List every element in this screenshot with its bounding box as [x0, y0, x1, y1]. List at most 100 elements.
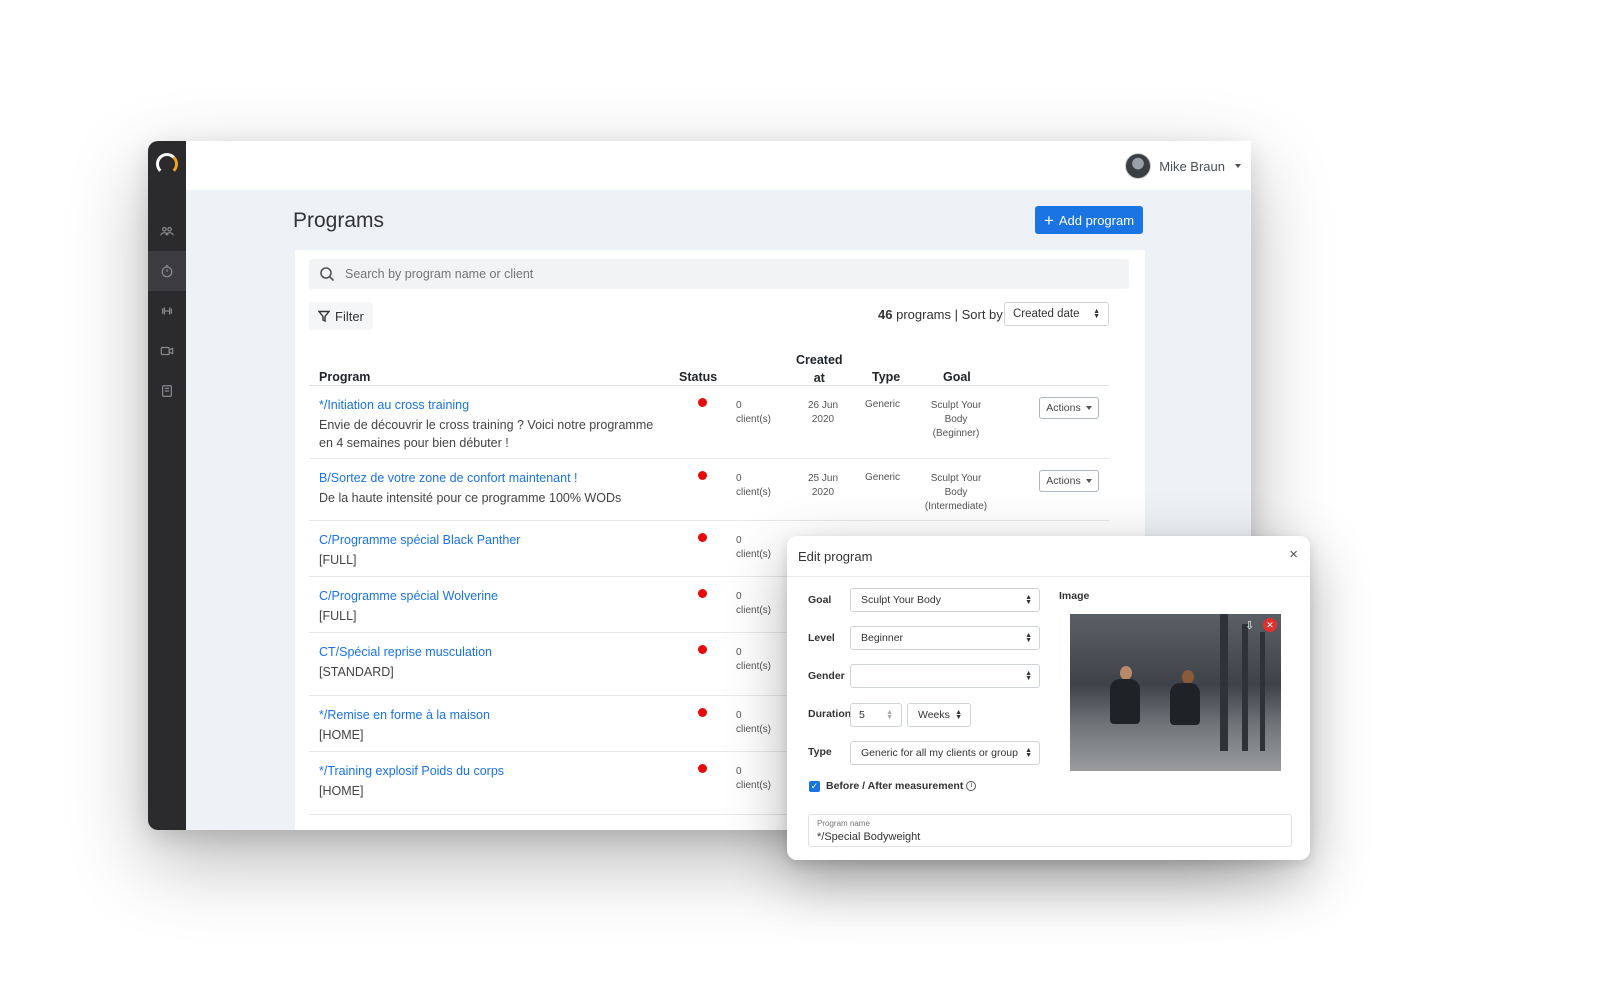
- status-dot: [698, 708, 707, 717]
- program-name-field[interactable]: Program name */Special Bodyweight: [808, 814, 1292, 847]
- status-dot: [698, 471, 707, 480]
- add-program-label: Add program: [1058, 212, 1135, 228]
- client-count: 0 client(s): [736, 472, 771, 500]
- gender-select[interactable]: ▲ ▼: [850, 664, 1040, 688]
- goal-value: Sculpt Your Body: [861, 594, 941, 606]
- program-goal: Sculpt Your Body (Beginner): [921, 399, 991, 441]
- chevron-down-icon: [1085, 479, 1092, 483]
- header-created-at[interactable]: Created at: [796, 351, 843, 387]
- client-count-label: client(s): [736, 605, 772, 616]
- status-dot: [698, 589, 707, 598]
- users-icon: [160, 226, 174, 236]
- program-description: [FULL]: [319, 553, 357, 567]
- actions-dropdown[interactable]: Actions: [1039, 397, 1099, 419]
- avatar: [1125, 153, 1152, 179]
- client-count-number: 0: [736, 766, 742, 777]
- program-name-link[interactable]: */Initiation au cross training: [319, 398, 469, 412]
- photo-person-head: [1120, 666, 1132, 680]
- program-name-link[interactable]: */Training explosif Poids du corps: [319, 764, 504, 778]
- edit-program-modal: Edit program × Goal Sculpt Your Body ▲ ▼ …: [787, 536, 1310, 860]
- measurement-checkbox[interactable]: ✓: [809, 781, 820, 792]
- sidebar-item-videos[interactable]: [148, 331, 186, 371]
- table-row[interactable]: B/Sortez de votre zone de confort mainte…: [309, 459, 1109, 521]
- client-count-number: 0: [736, 473, 742, 484]
- program-count-number: 46: [878, 307, 893, 322]
- dumbbell-icon: [162, 307, 172, 315]
- program-description: Envie de découvrir le cross training ? V…: [319, 418, 654, 450]
- stepper-arrows-icon[interactable]: ▲ ▼: [886, 709, 893, 721]
- sidebar-item-exercises[interactable]: [148, 291, 186, 331]
- photo-person: [1110, 679, 1140, 724]
- select-arrows-icon: ▲ ▼: [1023, 632, 1032, 644]
- program-name-link[interactable]: */Remise en forme à la maison: [319, 708, 490, 722]
- header-goal[interactable]: Goal: [943, 370, 971, 384]
- status-dot: [698, 764, 707, 773]
- status-dot: [698, 645, 707, 654]
- duration-unit-select[interactable]: Weeks ▲ ▼: [907, 703, 971, 727]
- client-count-label: client(s): [736, 724, 772, 735]
- remove-image-icon[interactable]: ✕: [1263, 618, 1277, 632]
- sidebar-item-programs[interactable]: [148, 251, 186, 291]
- select-arrows-icon: ▲ ▼: [955, 709, 962, 721]
- select-arrows-icon: ▲ ▼: [1093, 308, 1100, 320]
- modal-header-divider: [787, 576, 1310, 577]
- goal-select[interactable]: Sculpt Your Body ▲ ▼: [850, 588, 1040, 612]
- created-day: 26 Jun: [807, 400, 839, 411]
- level-label: Level: [808, 632, 835, 644]
- program-type: Generic: [865, 399, 901, 410]
- photo-person-head: [1182, 670, 1194, 684]
- program-name-link[interactable]: C/Programme spécial Wolverine: [319, 589, 498, 603]
- info-icon[interactable]: i: [966, 781, 977, 792]
- filter-button[interactable]: Filter: [309, 302, 373, 330]
- client-count-label: client(s): [736, 549, 772, 560]
- program-description: [STANDARD]: [319, 665, 394, 679]
- program-name-link[interactable]: C/Programme spécial Black Panther: [319, 533, 520, 547]
- type-value: Generic for all my clients or group: [861, 747, 1018, 759]
- header-program[interactable]: Program: [319, 370, 370, 384]
- sidebar-item-clients[interactable]: [148, 211, 186, 251]
- type-label: Type: [808, 746, 832, 758]
- level-select[interactable]: Beginner ▲ ▼: [850, 626, 1040, 650]
- sort-value: Created date: [1013, 308, 1080, 320]
- header-status[interactable]: Status: [679, 370, 717, 384]
- program-description: [HOME]: [319, 728, 364, 742]
- book-icon: [162, 385, 172, 397]
- program-name-link[interactable]: CT/Spécial reprise musculation: [319, 645, 492, 659]
- sidebar: [148, 141, 186, 830]
- app-logo-icon[interactable]: [156, 153, 178, 175]
- client-count-number: 0: [736, 710, 742, 721]
- measurement-label-text: Before / After measurement: [826, 780, 964, 792]
- header-type[interactable]: Type: [872, 370, 900, 384]
- close-icon[interactable]: ×: [1289, 546, 1298, 563]
- search-input[interactable]: [345, 267, 1045, 281]
- client-count: 0 client(s): [736, 709, 771, 737]
- upload-icon[interactable]: ⇩: [1245, 619, 1259, 632]
- select-arrows-icon: ▲ ▼: [1023, 670, 1032, 682]
- type-select[interactable]: Generic for all my clients or group ▲ ▼: [850, 741, 1040, 765]
- goal-line3: (Beginner): [932, 428, 980, 439]
- actions-dropdown[interactable]: Actions: [1039, 470, 1099, 492]
- program-type: Generic: [865, 472, 901, 483]
- table-row[interactable]: */Initiation au cross training Envie de …: [309, 386, 1109, 459]
- level-value: Beginner: [861, 632, 904, 644]
- duration-label: Duration: [808, 708, 852, 720]
- timer-icon: [161, 265, 173, 278]
- program-name-link[interactable]: B/Sortez de votre zone de confort mainte…: [319, 471, 577, 485]
- photo-pillar: [1260, 632, 1265, 751]
- program-count: 46 programs | Sort by: [878, 307, 1003, 322]
- goal-line3: (Intermediate): [924, 501, 988, 512]
- sidebar-item-library[interactable]: [148, 371, 186, 411]
- status-dot: [698, 533, 707, 542]
- sort-select[interactable]: Created date ▲ ▼: [1004, 302, 1109, 326]
- add-program-button[interactable]: + Add program: [1035, 206, 1143, 234]
- duration-unit-value: Weeks: [918, 709, 950, 721]
- created-year: 2020: [811, 487, 835, 498]
- duration-number-input[interactable]: 5 ▲ ▼: [850, 703, 902, 727]
- search-bar[interactable]: [309, 259, 1129, 289]
- measurement-label[interactable]: Before / After measurement i: [826, 780, 977, 792]
- top-bar: Mike Braun: [186, 141, 1251, 190]
- client-count-label: client(s): [736, 414, 772, 425]
- user-menu[interactable]: Mike Braun: [1125, 153, 1241, 179]
- user-name: Mike Braun: [1159, 158, 1225, 174]
- goal-line2: Body: [944, 414, 968, 425]
